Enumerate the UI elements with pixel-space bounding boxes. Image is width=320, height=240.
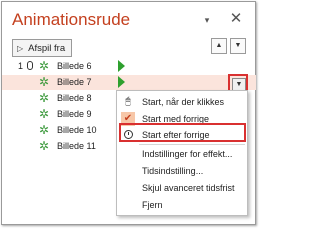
star-effect-icon: ✲ xyxy=(39,75,50,89)
pane-title: Animationsrude xyxy=(12,10,131,29)
row-label: Billede 10 xyxy=(57,125,97,135)
context-menu: 🖰 Start, når der klikkes ✔ Start med for… xyxy=(116,90,248,216)
menu-item-label: Skjul avanceret tidsfrist xyxy=(142,183,235,193)
trigger-icon xyxy=(118,60,125,72)
mouse-icon: 🖰 xyxy=(125,96,131,107)
row-label: Billede 7 xyxy=(57,77,92,87)
menu-separator xyxy=(139,144,245,145)
animation-row[interactable]: 1 ✲ Billede 6 xyxy=(2,59,256,74)
play-from-button[interactable]: ▷ Afspil fra xyxy=(12,39,73,57)
row-label: Billede 9 xyxy=(57,109,92,119)
menu-item-start-on-click[interactable]: 🖰 Start, når der klikkes xyxy=(117,94,247,110)
pane-options-dropdown-icon[interactable]: ▾ xyxy=(202,15,212,25)
animation-row-selected[interactable]: ✲ Billede 7 xyxy=(2,75,256,90)
menu-item-label: Tidsindstilling... xyxy=(142,166,204,176)
star-effect-icon: ✲ xyxy=(39,123,50,137)
menu-item-timing[interactable]: Tidsindstilling... xyxy=(117,163,247,179)
menu-item-highlight xyxy=(119,123,246,142)
star-effect-icon: ✲ xyxy=(39,59,50,73)
row-label: Billede 11 xyxy=(57,141,96,151)
menu-item-hide-advanced-timeline[interactable]: Skjul avanceret tidsfrist xyxy=(117,180,247,196)
row-label: Billede 8 xyxy=(57,93,92,103)
menu-item-label: Indstillinger for effekt... xyxy=(142,149,233,159)
close-icon[interactable]: ✕ xyxy=(229,11,243,26)
play-icon: ▷ xyxy=(17,43,24,53)
star-effect-icon: ✲ xyxy=(39,139,50,153)
row-number: 1 xyxy=(18,61,24,71)
menu-item-effect-options[interactable]: Indstillinger for effekt... xyxy=(117,146,247,162)
play-from-label: Afspil fra xyxy=(28,42,66,54)
menu-item-remove[interactable]: Fjern xyxy=(117,197,247,213)
star-effect-icon: ✲ xyxy=(39,91,50,105)
move-up-button[interactable]: ▲ xyxy=(211,38,227,54)
star-effect-icon: ✲ xyxy=(39,107,50,121)
row-label: Billede 6 xyxy=(57,61,92,71)
move-down-button[interactable]: ▼ xyxy=(230,38,246,54)
trigger-icon xyxy=(118,76,125,88)
menu-item-label: Fjern xyxy=(142,200,163,210)
menu-item-label: Start, når der klikkes xyxy=(142,97,225,107)
mouse-icon xyxy=(27,61,33,70)
animation-pane: Animationsrude ▾ ✕ ▷ Afspil fra ▲ ▼ 1 ✲ … xyxy=(1,1,256,225)
